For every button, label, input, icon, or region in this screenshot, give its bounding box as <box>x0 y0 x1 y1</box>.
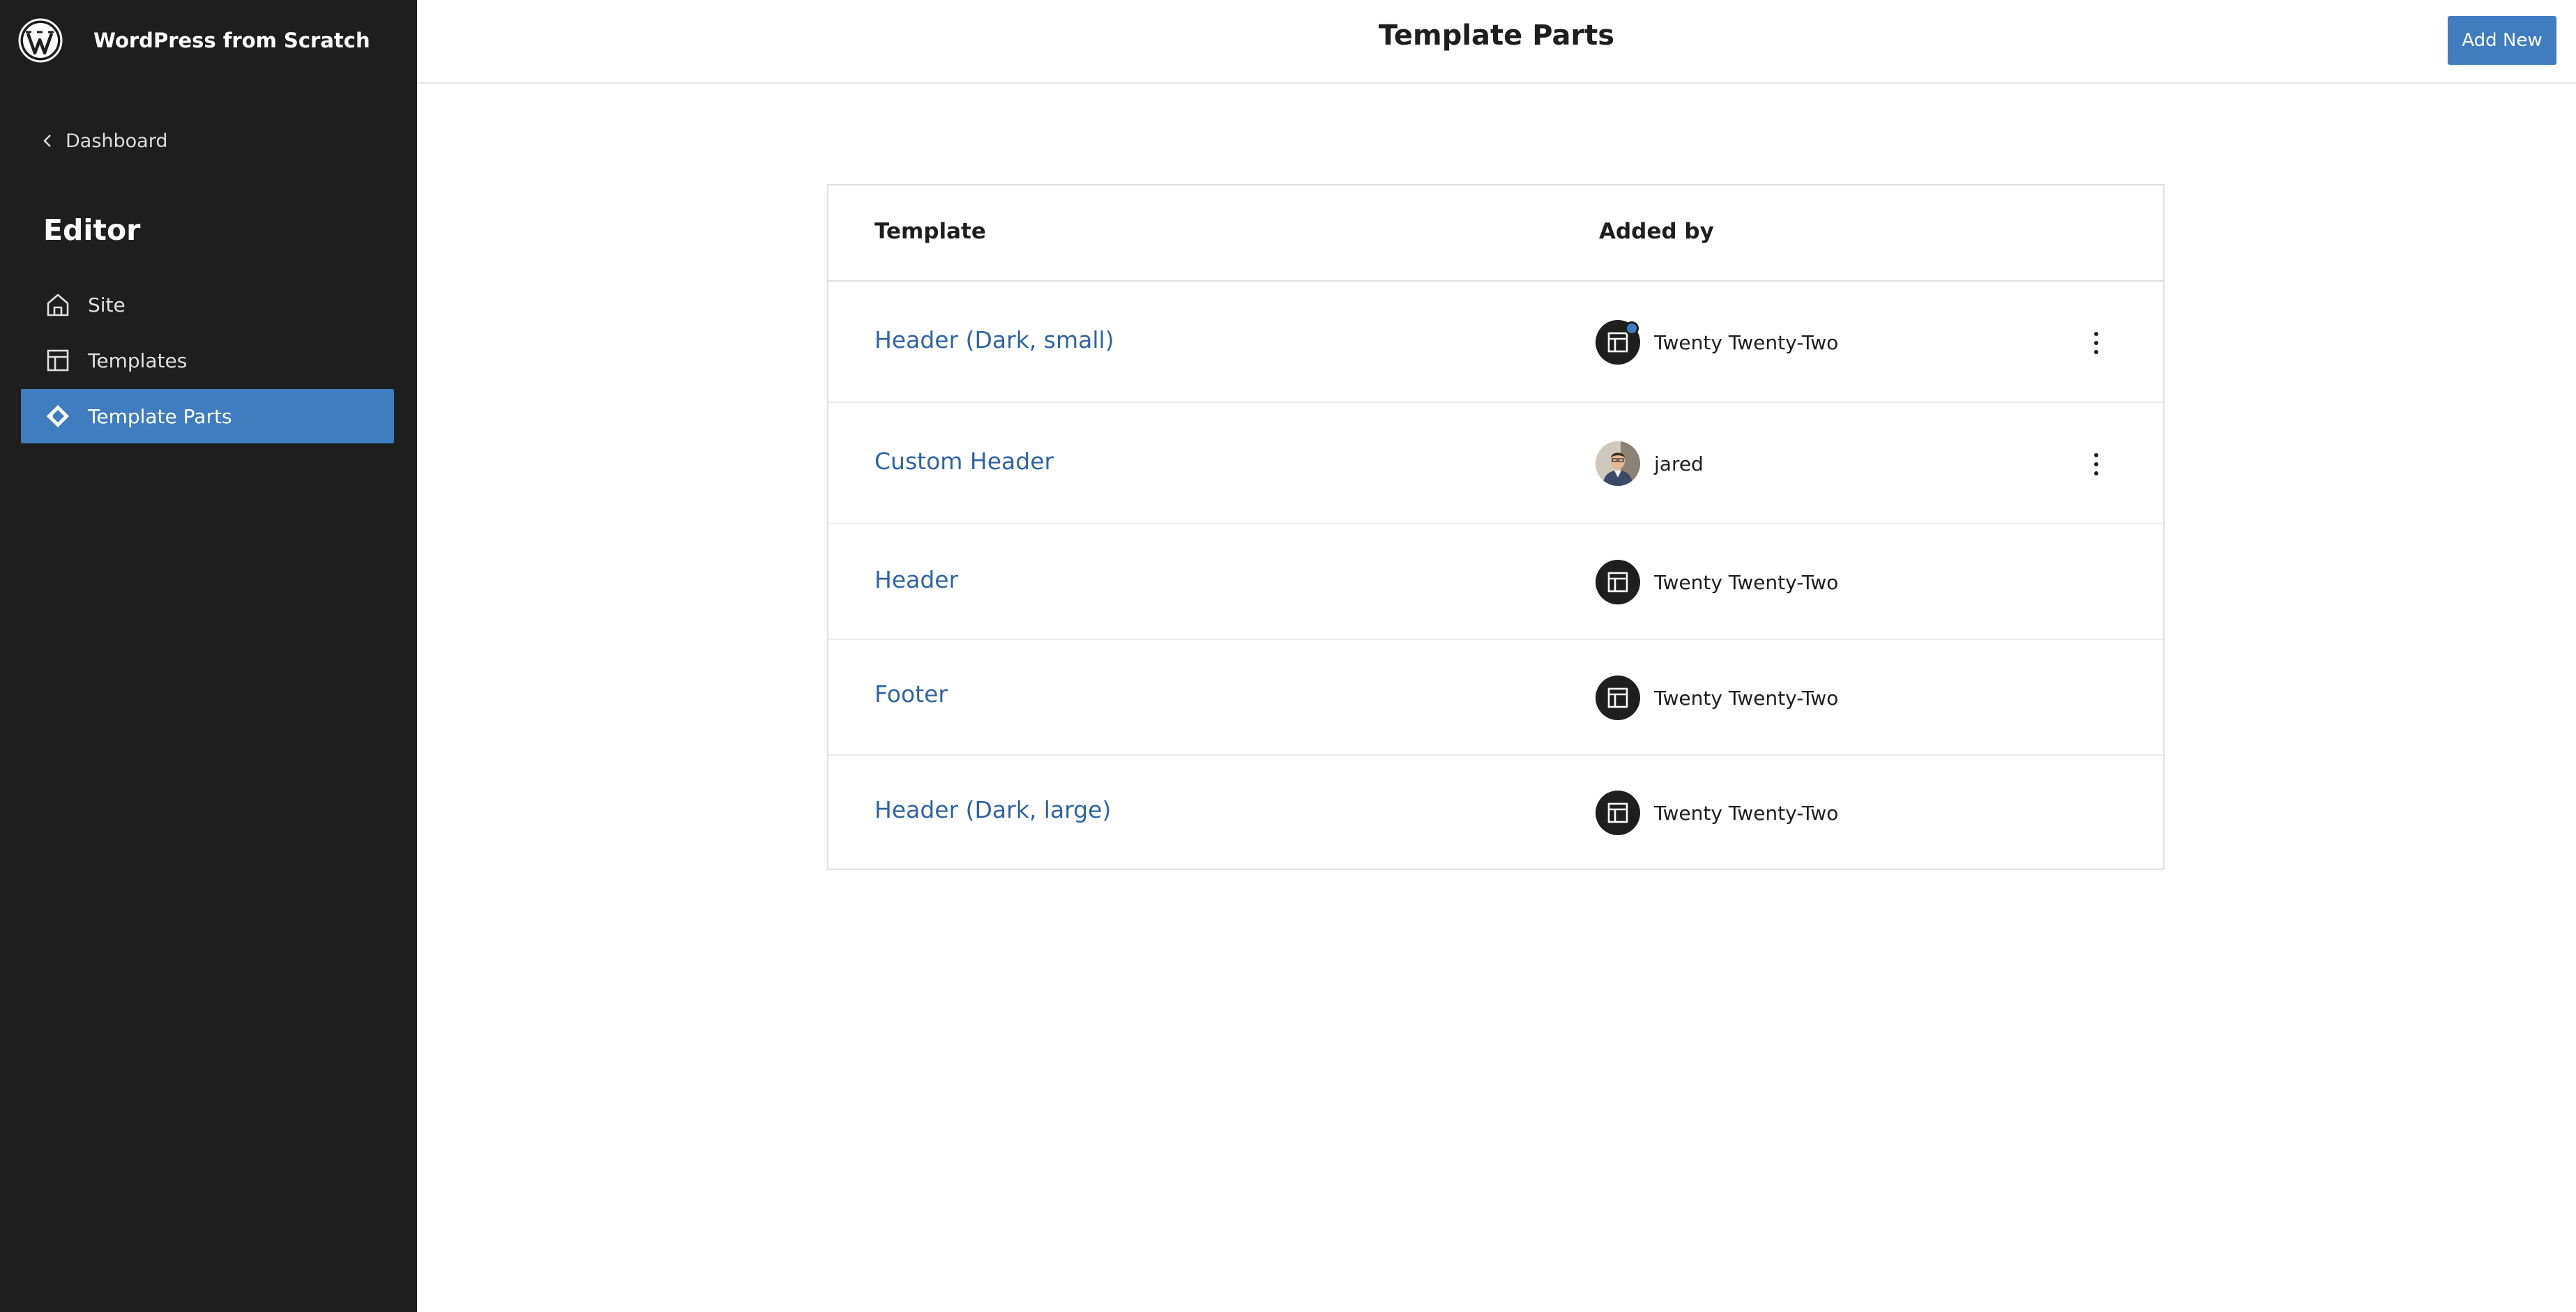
user-photo-icon <box>1596 441 1640 486</box>
sidebar: WordPress from Scratch Dashboard Editor … <box>0 0 417 1312</box>
added-by: Twenty Twenty-Two <box>1596 791 1838 835</box>
sidebar-item-site[interactable]: Site <box>21 277 394 332</box>
sidebar-heading: Editor <box>43 213 141 247</box>
author-name: Twenty Twenty-Two <box>1654 801 1839 825</box>
sidebar-item-template-parts[interactable]: Template Parts <box>21 389 394 443</box>
more-vertical-icon <box>2094 453 2098 475</box>
template-part-link[interactable]: Custom Header <box>874 448 1054 475</box>
site-hub: WordPress from Scratch <box>18 17 370 64</box>
template-part-link[interactable]: Footer <box>874 680 948 708</box>
layout-icon <box>1596 791 1640 835</box>
author-name: Twenty Twenty-Two <box>1654 686 1839 710</box>
author-name: Twenty Twenty-Two <box>1654 570 1839 594</box>
template-part-link[interactable]: Header (Dark, large) <box>874 796 1111 823</box>
chevron-left-icon <box>43 135 51 147</box>
table-row: Footer Twenty Twenty-Two <box>828 640 2163 756</box>
table-row: Header (Dark, large) Twenty Twenty-Two <box>828 756 2163 869</box>
more-actions-button[interactable] <box>2079 322 2113 364</box>
more-vertical-icon <box>2094 332 2098 354</box>
page-title: Template Parts <box>1378 20 1615 52</box>
column-header-template: Template <box>874 219 986 244</box>
header: Template Parts Add New <box>417 0 2576 84</box>
sidebar-item-label: Template Parts <box>88 404 232 428</box>
layout-icon <box>1596 320 1640 365</box>
sidebar-item-templates[interactable]: Templates <box>21 333 394 388</box>
author-name: jared <box>1654 452 1704 475</box>
added-by: Twenty Twenty-Two <box>1596 320 1838 365</box>
symbol-diamond-icon <box>45 403 71 429</box>
layout-icon <box>1596 560 1640 604</box>
template-parts-table: Template Added by Header (Dark, small) T… <box>827 184 2165 870</box>
sidebar-item-label: Templates <box>88 349 188 372</box>
template-part-link[interactable]: Header <box>874 566 958 593</box>
dashboard-label: Dashboard <box>66 130 168 152</box>
user-avatar <box>1596 441 1640 486</box>
site-title: WordPress from Scratch <box>93 29 370 52</box>
table-row: Header (Dark, small) Twenty Twenty-Two <box>828 282 2163 403</box>
template-part-link[interactable]: Header (Dark, small) <box>874 326 1114 353</box>
table-row: Custom Header jared <box>828 403 2163 524</box>
table-header: Template Added by <box>828 185 2163 282</box>
layout-icon <box>1596 676 1640 720</box>
sidebar-item-label: Site <box>88 293 126 316</box>
modified-indicator <box>1625 321 1639 335</box>
added-by: Twenty Twenty-Two <box>1596 676 1838 720</box>
author-name: Twenty Twenty-Two <box>1654 330 1839 354</box>
table-row: Header Twenty Twenty-Two <box>828 524 2163 640</box>
added-by: jared <box>1596 441 1704 486</box>
wordpress-logo-icon[interactable] <box>18 18 63 63</box>
column-header-added-by: Added by <box>1599 219 1714 244</box>
add-new-button[interactable]: Add New <box>2448 16 2556 65</box>
dashboard-back-link[interactable]: Dashboard <box>40 124 167 158</box>
layout-icon <box>45 347 71 374</box>
home-icon <box>45 291 71 318</box>
more-actions-button[interactable] <box>2079 443 2113 485</box>
added-by: Twenty Twenty-Two <box>1596 560 1838 604</box>
